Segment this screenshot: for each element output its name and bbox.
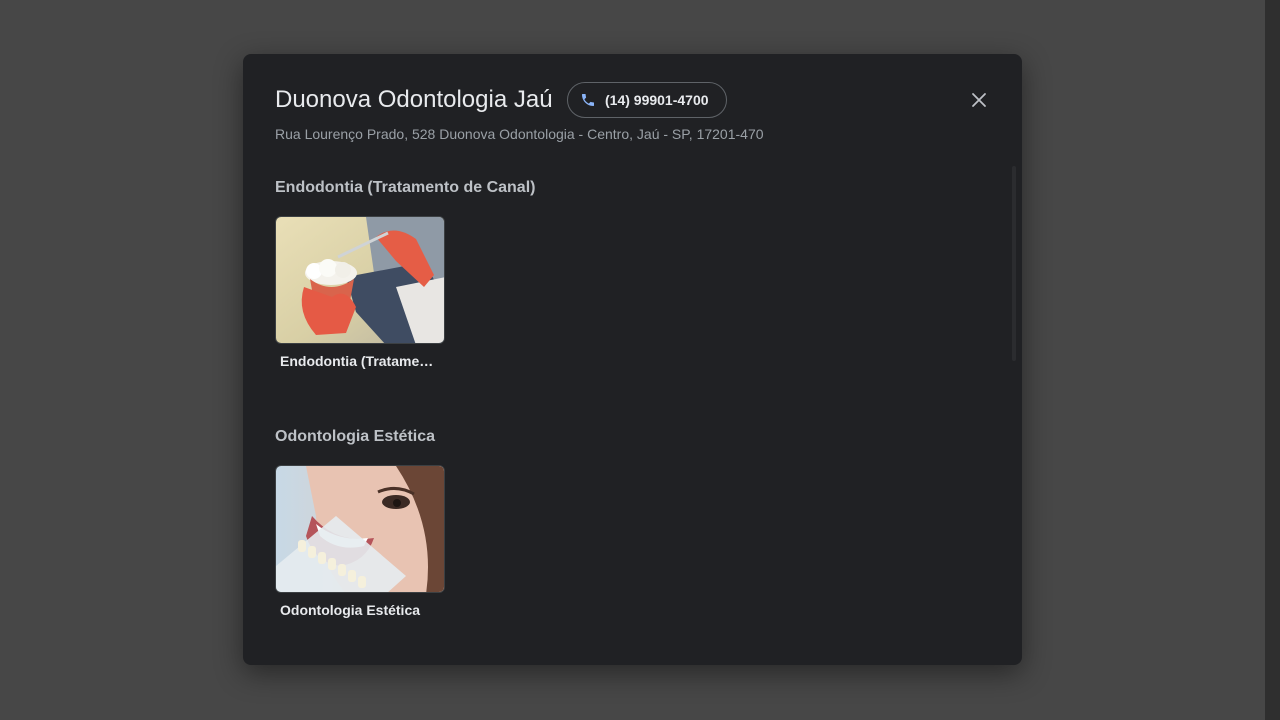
service-image-endodontia [275,216,445,344]
phone-icon [582,94,594,106]
page-scrollbar[interactable] [1265,0,1280,720]
phone-button[interactable]: (14) 99901-4700 [567,82,727,118]
content-scrollbar[interactable] [1012,166,1016,361]
business-address: Rua Lourenço Prado, 528 Duonova Odontolo… [275,126,764,142]
section-heading-endodontia: Endodontia (Tratamento de Canal) [275,179,536,196]
close-button[interactable] [965,86,993,114]
business-services-dialog: Duonova Odontologia Jaú (14) 99901-4700 … [243,54,1022,665]
dialog-title: Duonova Odontologia Jaú [275,86,553,113]
service-caption-endodontia: Endodontia (Tratamento de Canal) [280,353,440,369]
service-card-estetica[interactable]: Odontologia Estética [275,465,445,618]
phone-number: (14) 99901-4700 [605,92,709,108]
service-image-estetica [275,465,445,593]
section-heading-estetica: Odontologia Estética [275,428,436,445]
close-icon [972,93,986,107]
service-caption-estetica: Odontologia Estética [280,602,421,618]
service-card-endodontia[interactable]: Endodontia (Tratamento de Canal) [275,216,445,369]
